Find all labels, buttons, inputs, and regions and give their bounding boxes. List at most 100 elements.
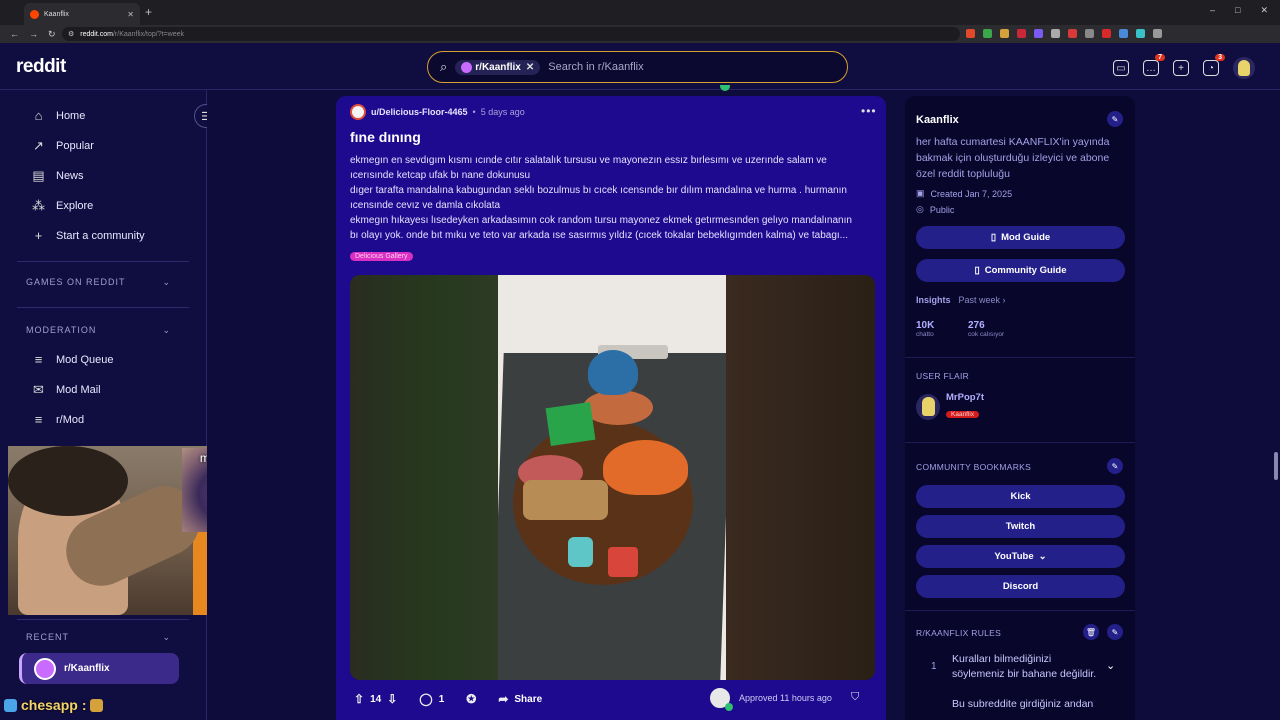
rule-text[interactable]: Kuralları bilmediğinizi söylemeniz bir b… xyxy=(952,652,1102,682)
edit-pencil-icon[interactable]: ✎ xyxy=(1107,458,1123,474)
book-icon: ▯ xyxy=(974,265,980,276)
search-bar[interactable]: ⌕ r/Kaanflix ✕ Search in r/Kaanflix xyxy=(427,51,848,83)
extension-icon[interactable] xyxy=(1017,29,1026,38)
downvote-icon[interactable]: ⇩ xyxy=(387,692,397,706)
search-community-chip[interactable]: r/Kaanflix ✕ xyxy=(455,59,541,75)
post-time: 5 days ago xyxy=(480,107,525,117)
post-body[interactable]: ekmegın en sevdıgım kısmı ıcınde cıtır s… xyxy=(350,153,870,243)
bookmark-discord-button[interactable]: Discord xyxy=(916,575,1125,598)
new-tab-button[interactable]: + xyxy=(145,5,152,19)
reddit-logo[interactable]: reddit xyxy=(16,56,66,78)
reddit-favicon-icon xyxy=(30,9,39,19)
window-controls: – □ ✕ xyxy=(1210,5,1268,16)
moderator-avatar xyxy=(708,686,733,711)
sidebar-item-mod-queue[interactable]: ≡ Mod Queue xyxy=(31,352,114,367)
extension-icons xyxy=(966,29,1162,38)
bookmark-twitch-button[interactable]: Twitch xyxy=(916,515,1125,538)
bookmark-kick-button[interactable]: Kick xyxy=(916,485,1125,508)
sidebar-item-start-community[interactable]: + Start a community xyxy=(31,228,145,243)
post-title[interactable]: fıne dınıng xyxy=(350,129,421,145)
post-image[interactable] xyxy=(350,275,875,680)
insights-row[interactable]: Insights Past week › xyxy=(916,295,1006,305)
extension-icon[interactable] xyxy=(1119,29,1128,38)
user-avatar[interactable] xyxy=(1233,57,1255,79)
page-scrollbar[interactable] xyxy=(1272,90,1280,720)
rules-heading: R/KAANFLIX RULES xyxy=(916,628,1002,638)
author-avatar[interactable] xyxy=(350,104,366,120)
games-section-toggle[interactable]: GAMES ON REDDIT ⌄ xyxy=(26,277,171,288)
sidebar-item-news[interactable]: ▤ News xyxy=(31,168,83,184)
extension-icon[interactable] xyxy=(1085,29,1094,38)
sidebar-item-explore[interactable]: ⁂ Explore xyxy=(31,198,93,214)
chat-icon[interactable]: … 7 xyxy=(1143,54,1165,76)
extension-icon[interactable] xyxy=(1034,29,1043,38)
flair-avatar xyxy=(916,393,940,420)
extension-icon[interactable] xyxy=(966,29,975,38)
maximize-button[interactable]: □ xyxy=(1235,5,1240,16)
site-info-icon[interactable]: ⚙ xyxy=(68,30,74,38)
sidebar-item-mod-mail[interactable]: ✉ Mod Mail xyxy=(31,382,101,398)
flair-username: MrPop7t xyxy=(946,392,984,403)
extension-icon[interactable] xyxy=(1068,29,1077,38)
stat-members: 10K chatto xyxy=(916,320,935,338)
community-guide-button[interactable]: ▯ Community Guide xyxy=(916,259,1125,282)
edit-pencil-icon[interactable]: ✎ xyxy=(1107,624,1123,640)
forward-arrow-icon[interactable]: → xyxy=(29,29,38,39)
reload-icon[interactable]: ↻ xyxy=(48,29,56,40)
delete-icon[interactable]: 🗑 xyxy=(1083,624,1099,640)
user-flair-preview[interactable]: MrPop7t Kaanflix xyxy=(916,392,984,421)
moderation-section-toggle[interactable]: MODERATION ⌄ xyxy=(26,325,171,336)
sidebar-item-home[interactable]: ⌂ Home xyxy=(31,108,86,123)
sidebar-item-popular[interactable]: ↗ Popular xyxy=(31,138,94,154)
post-meta: u/Delicious-Floor-4465 • 5 days ago xyxy=(350,104,525,120)
reddit-header: reddit ⌕ r/Kaanflix ✕ Search in r/Kaanfl… xyxy=(0,43,1280,90)
extension-icon[interactable] xyxy=(1000,29,1009,38)
share-button[interactable]: ➦ Share xyxy=(498,692,542,706)
notification-bell-icon[interactable]: ◔ 3 xyxy=(1203,54,1225,76)
edit-pencil-icon[interactable]: ✎ xyxy=(1107,111,1123,127)
rule-number: 1 xyxy=(931,661,937,672)
address-bar[interactable]: ⚙ reddit.com/r/Kaanflix/top/?t=week xyxy=(62,27,960,41)
community-visibility: ◎ Public xyxy=(916,204,955,215)
bookmark-youtube-button[interactable]: YouTube ⌄ xyxy=(916,545,1125,568)
minimize-button[interactable]: – xyxy=(1210,5,1215,16)
extension-icon[interactable] xyxy=(1136,29,1145,38)
rule-text[interactable]: Bu subreddite girdiğiniz andan xyxy=(952,697,1102,712)
chevron-down-icon[interactable]: ⌄ xyxy=(1106,659,1115,672)
comment-icon: ◯ xyxy=(419,692,433,706)
post-flair[interactable]: Delicious Gallery xyxy=(350,252,413,261)
extension-icon[interactable] xyxy=(983,29,992,38)
chip-close-icon[interactable]: ✕ xyxy=(526,62,534,73)
extension-icon[interactable] xyxy=(1051,29,1060,38)
tab-close-icon[interactable]: ✕ xyxy=(127,10,134,19)
create-post-icon[interactable]: + xyxy=(1173,60,1189,76)
recent-community-item[interactable]: r/Kaanflix xyxy=(19,653,179,684)
community-description: her hafta cumartesi KAANFLIX'in yayında … xyxy=(916,136,1110,180)
mod-shield-icon[interactable]: ⛉ xyxy=(851,691,859,704)
comments-button[interactable]: ◯ 1 xyxy=(419,692,444,706)
globe-icon: ◎ xyxy=(916,204,924,214)
chevron-down-icon: ⌄ xyxy=(1038,551,1047,562)
mod-guide-button[interactable]: ▯ Mod Guide xyxy=(916,226,1125,249)
upvote-icon[interactable]: ⇧ xyxy=(354,692,364,706)
approval-status: Approved 11 hours ago xyxy=(708,686,832,711)
award-button[interactable]: ✪ xyxy=(466,692,476,706)
share-icon: ➦ xyxy=(498,692,509,706)
scrollbar-thumb[interactable] xyxy=(1274,452,1278,480)
explore-icon: ⁂ xyxy=(32,198,45,213)
back-arrow-icon[interactable]: ← xyxy=(10,29,19,39)
post-more-options-icon[interactable]: ••• xyxy=(861,104,877,118)
sidebar-divider xyxy=(17,261,189,262)
post-author[interactable]: u/Delicious-Floor-4465 xyxy=(371,107,468,117)
search-input[interactable]: Search in r/Kaanflix xyxy=(548,61,643,73)
browser-tab[interactable]: Kaanflix ✕ xyxy=(24,3,140,25)
plus-icon: + xyxy=(34,228,43,243)
recent-section-toggle[interactable]: RECENT ⌄ xyxy=(26,632,171,643)
advertise-icon[interactable]: ▭ xyxy=(1113,60,1129,76)
close-window-button[interactable]: ✕ xyxy=(1260,5,1268,16)
extension-icon[interactable] xyxy=(1102,29,1111,38)
sidebar-item-r-mod[interactable]: ≡ r/Mod xyxy=(31,412,84,427)
extension-icon[interactable] xyxy=(1153,29,1162,38)
user-flair-heading: USER FLAIR xyxy=(916,371,970,381)
community-avatar xyxy=(34,657,56,680)
